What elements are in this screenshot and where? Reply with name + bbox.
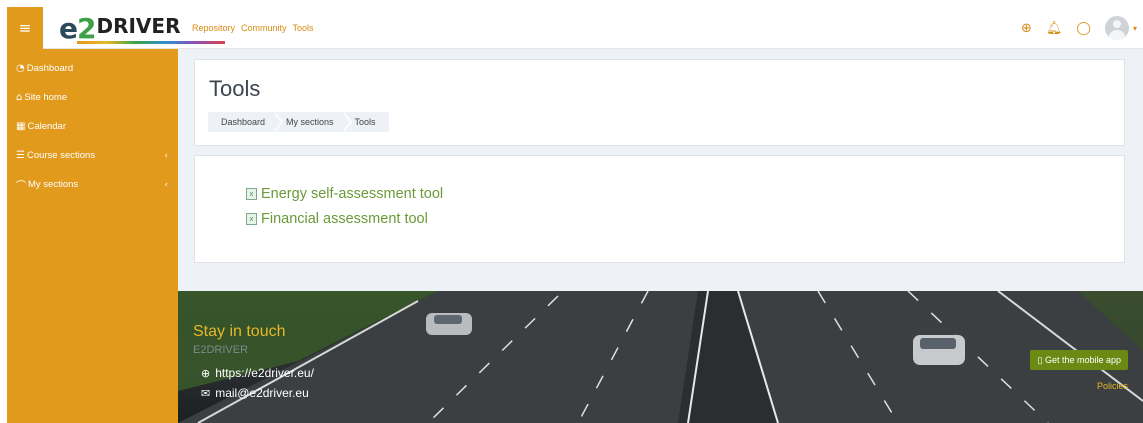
- page-footer: Stay in touch E2DRIVER ⊕ https://e2drive…: [178, 291, 1143, 423]
- breadcrumb-label: Tools: [354, 117, 376, 127]
- sidebar-item-label: Dashboard: [26, 63, 74, 74]
- mobile-phone-icon: ▯: [1037, 355, 1045, 365]
- logo-letter-e: e: [59, 11, 78, 45]
- logo-wordmark: DRIVER: [96, 14, 181, 38]
- tool-link-label: Financial assessment tool: [261, 211, 428, 227]
- tools-content-card: x Energy self-assessment tool x Financia…: [194, 155, 1125, 263]
- sidebar-item-site-home[interactable]: ⌂ Site home: [7, 83, 178, 112]
- sidebar-item-my-sections[interactable]: ⌒ My sections ‹: [7, 170, 178, 199]
- breadcrumb-label: Dashboard: [221, 117, 266, 127]
- sidebar-item-label: Calendar: [27, 121, 67, 132]
- user-avatar[interactable]: [1104, 16, 1129, 40]
- chat-icon[interactable]: ◯: [1076, 21, 1091, 36]
- page-header-card: Tools Dashboard My sections Tools: [194, 59, 1125, 146]
- footer-brand: E2DRIVER: [193, 344, 249, 356]
- footer-heading: Stay in touch: [193, 323, 286, 340]
- chevron-down-icon[interactable]: ▾: [1133, 24, 1137, 33]
- get-mobile-app-button[interactable]: ▯ Get the mobile app: [1030, 350, 1128, 370]
- logo-digit-2: 2: [77, 11, 97, 45]
- nav-link-community[interactable]: Community: [241, 23, 287, 33]
- top-navbar: ≡ e 2 DRIVER Repository Community Tools …: [7, 7, 1143, 49]
- footer-website-label: https://e2driver.eu/: [215, 366, 314, 380]
- menu-toggle-button[interactable]: ≡: [7, 7, 43, 49]
- spreadsheet-file-icon: x: [246, 213, 257, 225]
- tool-link-energy-self-assessment[interactable]: x Energy self-assessment tool: [246, 186, 443, 202]
- graduation-cap-icon: ⌒: [16, 181, 26, 192]
- site-logo[interactable]: e 2 DRIVER: [59, 11, 225, 45]
- sidebar-item-label: Site home: [24, 92, 68, 103]
- home-icon: ⌂: [16, 92, 23, 103]
- page-frame: ≡ e 2 DRIVER Repository Community Tools …: [7, 7, 1143, 423]
- nav-link-tools[interactable]: Tools: [293, 23, 314, 33]
- breadcrumb-separator: [275, 112, 284, 132]
- globe-icon: ⊕: [201, 366, 211, 380]
- primary-nav: Repository Community Tools: [192, 7, 314, 49]
- globe-icon[interactable]: ⊕: [1021, 21, 1032, 36]
- page-title: Tools: [209, 76, 261, 101]
- sidebar-item-label: Course sections: [26, 150, 96, 161]
- get-mobile-app-label: Get the mobile app: [1044, 355, 1121, 365]
- footer-email-link[interactable]: ✉ mail@e2driver.eu: [201, 386, 309, 400]
- list-icon: ☰: [16, 150, 25, 161]
- highway-background-image: [178, 291, 1143, 423]
- left-sidebar: ◔ Dashboard ⌂ Site home ▦ Calendar ☰ Cou…: [7, 49, 178, 423]
- policies-link[interactable]: Policies: [1097, 381, 1128, 391]
- envelope-icon: ✉: [201, 386, 211, 400]
- spreadsheet-file-icon: x: [246, 188, 257, 200]
- footer-email-label: mail@e2driver.eu: [215, 386, 309, 400]
- hamburger-icon: ≡: [18, 18, 32, 37]
- bell-icon[interactable]: 🔔︎: [1046, 21, 1063, 36]
- sidebar-item-course-sections[interactable]: ☰ Course sections ‹: [7, 141, 178, 170]
- car-left: [426, 313, 472, 335]
- breadcrumb-label: My sections: [286, 117, 334, 127]
- tool-link-label: Energy self-assessment tool: [261, 186, 444, 202]
- car-right: [913, 335, 965, 365]
- breadcrumb-separator: [343, 112, 352, 132]
- chevron-left-icon: ‹: [164, 179, 168, 190]
- sidebar-item-calendar[interactable]: ▦ Calendar: [7, 112, 178, 141]
- calendar-icon: ▦: [16, 121, 26, 132]
- nav-link-repository[interactable]: Repository: [192, 23, 235, 33]
- sidebar-item-label: My sections: [28, 179, 79, 190]
- gauge-icon: ◔: [16, 63, 25, 74]
- sidebar-item-dashboard[interactable]: ◔ Dashboard: [7, 54, 178, 83]
- tool-link-financial-assessment[interactable]: x Financial assessment tool: [246, 211, 428, 227]
- breadcrumb-item-my-sections[interactable]: My sections: [273, 112, 352, 132]
- breadcrumb-item-dashboard[interactable]: Dashboard: [208, 112, 284, 132]
- footer-website-link[interactable]: ⊕ https://e2driver.eu/: [201, 366, 314, 380]
- breadcrumb: Dashboard My sections Tools: [208, 112, 389, 132]
- navbar-actions: ⊕ 🔔︎ ◯ ▾: [1021, 7, 1137, 49]
- chevron-left-icon: ‹: [164, 150, 168, 161]
